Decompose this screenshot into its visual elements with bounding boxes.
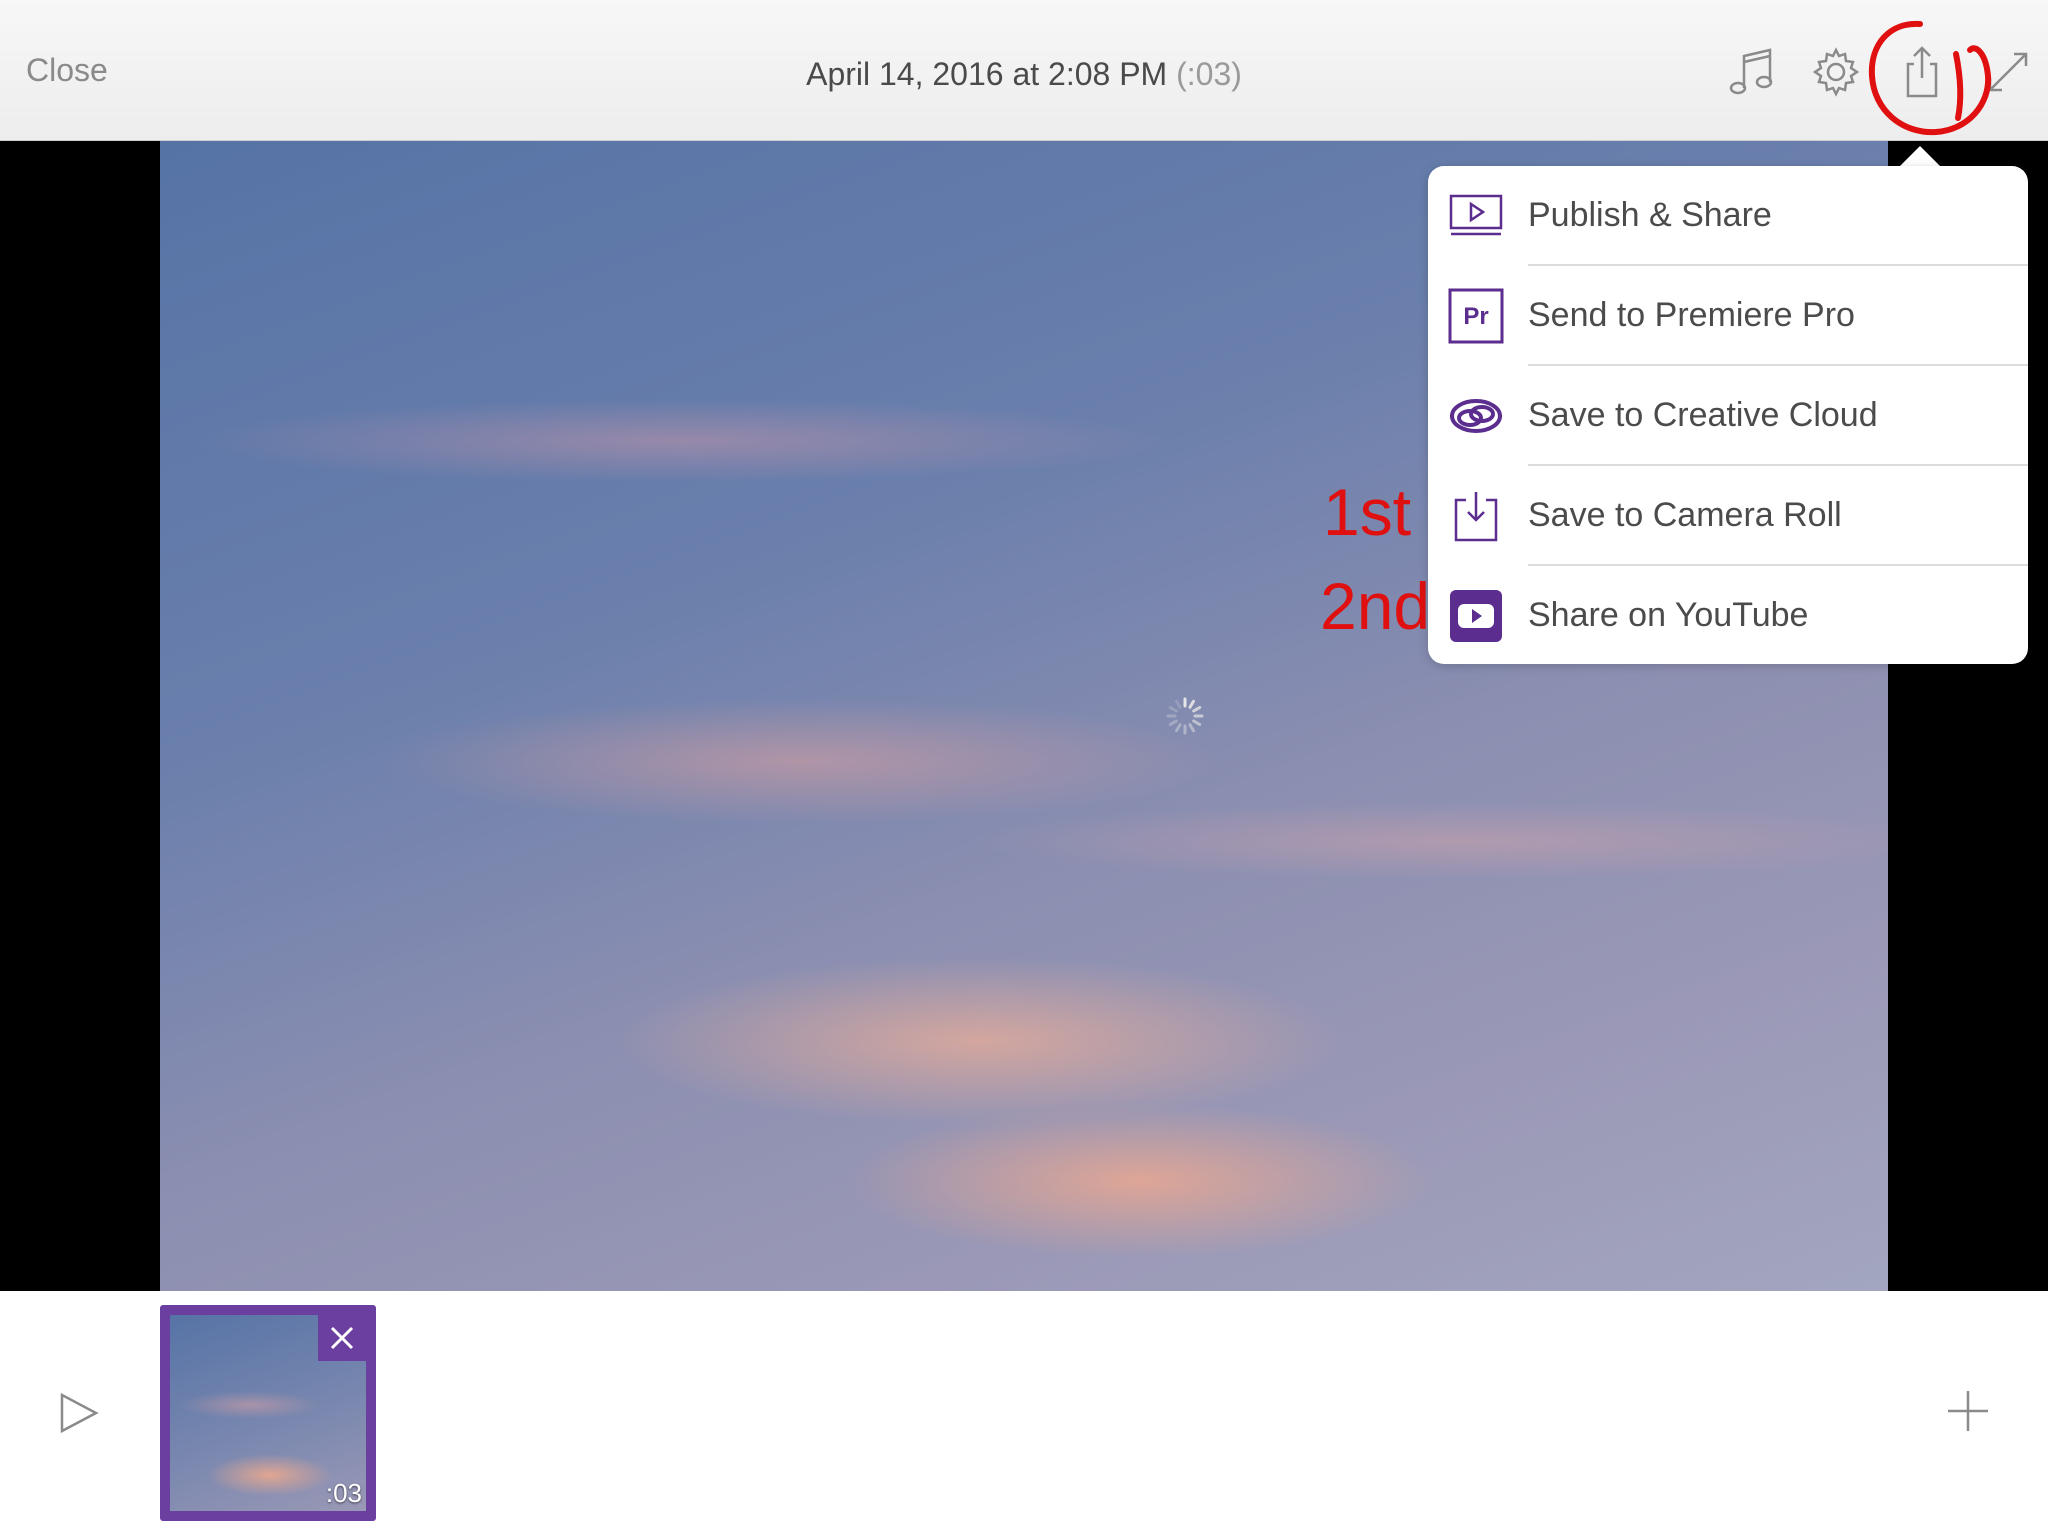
share-popover: Publish & Share Pr Send to Premiere Pro bbox=[1428, 166, 2028, 664]
youtube-icon bbox=[1448, 588, 1504, 644]
expand-icon[interactable] bbox=[1976, 40, 2040, 104]
menu-item-save-camera-roll[interactable]: Save to Camera Roll bbox=[1428, 466, 2028, 566]
music-icon[interactable] bbox=[1720, 40, 1784, 104]
close-icon[interactable] bbox=[318, 1315, 366, 1361]
camera-roll-download-icon bbox=[1448, 488, 1504, 544]
publish-share-icon bbox=[1448, 188, 1504, 244]
project-title-date: April 14, 2016 at 2:08 PM bbox=[806, 56, 1168, 92]
annotation-first: 1st bbox=[1323, 475, 1412, 549]
top-toolbar: Close April 14, 2016 at 2:08 PM (:03) bbox=[0, 0, 2048, 141]
share-icon[interactable] bbox=[1890, 40, 1954, 104]
share-popover-arrow bbox=[1898, 146, 1942, 168]
timeline-clip[interactable]: :03 bbox=[160, 1305, 376, 1521]
menu-item-send-premiere[interactable]: Pr Send to Premiere Pro bbox=[1428, 266, 2028, 366]
svg-text:Pr: Pr bbox=[1463, 303, 1488, 330]
loading-spinner-icon bbox=[1166, 697, 1204, 735]
menu-item-publish-share[interactable]: Publish & Share bbox=[1428, 166, 2028, 266]
menu-item-label: Share on YouTube bbox=[1528, 596, 1809, 634]
premiere-pro-icon: Pr bbox=[1448, 288, 1504, 344]
app-window: Close April 14, 2016 at 2:08 PM (:03) 1s… bbox=[0, 0, 2048, 1536]
menu-item-label: Save to Camera Roll bbox=[1528, 496, 1842, 534]
gear-icon[interactable] bbox=[1804, 40, 1868, 104]
menu-item-label: Save to Creative Cloud bbox=[1528, 396, 1878, 434]
menu-item-label: Publish & Share bbox=[1528, 196, 1772, 234]
menu-item-share-youtube[interactable]: Share on YouTube bbox=[1428, 566, 2028, 664]
menu-item-save-creative-cloud[interactable]: Save to Creative Cloud bbox=[1428, 366, 2028, 466]
annotation-second: 2nd bbox=[1320, 569, 1431, 643]
add-clip-icon[interactable] bbox=[1944, 1387, 1992, 1435]
creative-cloud-icon bbox=[1448, 388, 1504, 444]
play-icon[interactable] bbox=[54, 1389, 102, 1437]
project-title-duration: (:03) bbox=[1176, 56, 1242, 92]
clip-duration: :03 bbox=[325, 1478, 362, 1508]
clip-timeline: :03 bbox=[0, 1291, 2048, 1536]
menu-item-label: Send to Premiere Pro bbox=[1528, 296, 1855, 334]
